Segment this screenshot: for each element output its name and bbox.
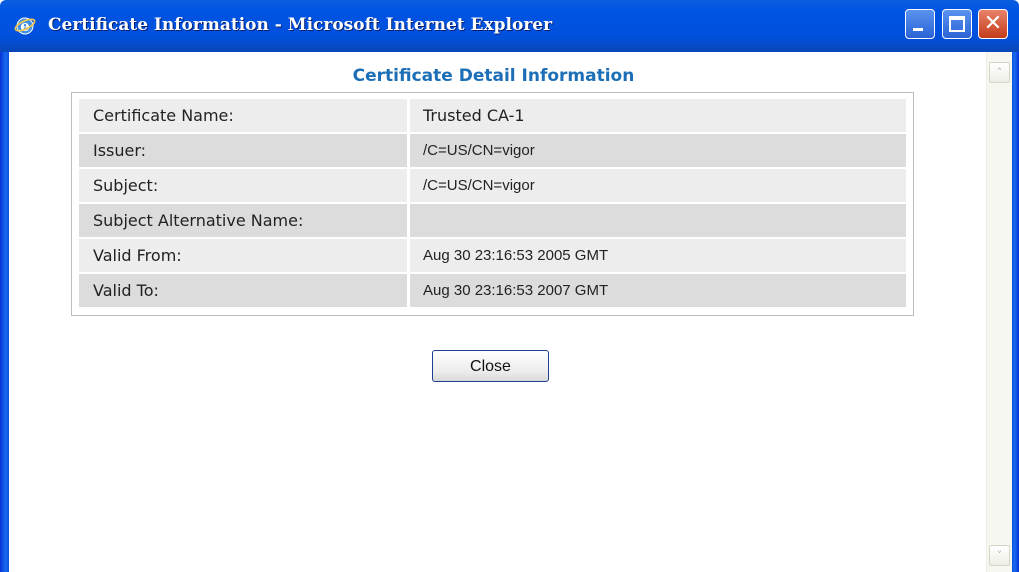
- valid-from-value: Aug 30 23:16:53 2005 GMT: [410, 239, 906, 272]
- close-window-button[interactable]: ✕: [978, 9, 1008, 39]
- issuer-label: Issuer:: [79, 134, 407, 167]
- table-row: Valid To: Aug 30 23:16:53 2007 GMT: [79, 274, 906, 307]
- subject-alternative-name-value: [410, 204, 906, 237]
- subject-alternative-name-label: Subject Alternative Name:: [79, 204, 407, 237]
- valid-from-label: Valid From:: [79, 239, 407, 272]
- table-row: Subject: /C=US/CN=vigor: [79, 169, 906, 202]
- valid-to-label: Valid To:: [79, 274, 407, 307]
- internet-explorer-icon: e: [14, 17, 36, 35]
- table-row: Subject Alternative Name:: [79, 204, 906, 237]
- minimize-icon: [913, 28, 923, 31]
- close-icon: ✕: [983, 11, 1003, 36]
- subject-label: Subject:: [79, 169, 407, 202]
- table-row: Issuer: /C=US/CN=vigor: [79, 134, 906, 167]
- scroll-up-icon[interactable]: ˄: [989, 62, 1010, 83]
- title-bar[interactable]: e Certificate Information - Microsoft In…: [0, 0, 1019, 52]
- vertical-scrollbar[interactable]: ˄ ˅: [986, 52, 1012, 572]
- window-frame-right: [1012, 52, 1019, 572]
- table-row: Certificate Name: Trusted CA-1: [79, 99, 906, 132]
- window-frame-left: [0, 52, 9, 572]
- browser-window: e Certificate Information - Microsoft In…: [0, 0, 1019, 572]
- maximize-button[interactable]: [942, 9, 972, 39]
- valid-to-value: Aug 30 23:16:53 2007 GMT: [410, 274, 906, 307]
- close-button[interactable]: Close: [432, 350, 549, 382]
- maximize-icon: [949, 16, 965, 32]
- issuer-value: /C=US/CN=vigor: [410, 134, 906, 167]
- table-row: Valid From: Aug 30 23:16:53 2005 GMT: [79, 239, 906, 272]
- minimize-button[interactable]: [905, 9, 935, 39]
- window-title: Certificate Information - Microsoft Inte…: [48, 15, 553, 35]
- subject-value: /C=US/CN=vigor: [410, 169, 906, 202]
- certificate-name-value: Trusted CA-1: [410, 99, 906, 132]
- certificate-name-label: Certificate Name:: [79, 99, 407, 132]
- certificate-detail-table: Certificate Name: Trusted CA-1 Issuer: /…: [71, 92, 914, 316]
- page-title: Certificate Detail Information: [352, 66, 635, 86]
- scroll-down-icon[interactable]: ˅: [989, 545, 1010, 566]
